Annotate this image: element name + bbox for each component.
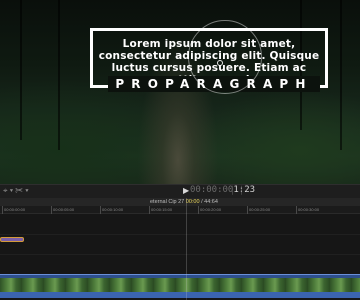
timeline-tracks[interactable] — [0, 214, 360, 300]
play-icon[interactable]: ▶ — [183, 186, 189, 195]
duration-current: 00:00 — [185, 199, 200, 205]
forest-shadow — [58, 0, 60, 150]
clip-filmstrip — [0, 278, 360, 292]
forest-shadow — [340, 0, 342, 150]
onscreen-control-handle[interactable] — [217, 60, 223, 66]
track-divider — [0, 234, 360, 235]
timecode-dim: 00:00:00 — [190, 185, 234, 195]
project-name: eternal Cip 27 — [150, 199, 185, 205]
video-viewer[interactable]: Lorem ipsum dolor sit amet, consectetur … — [0, 0, 360, 184]
timeline-header: eternal Cip 27 00:00 / 44:64 — [0, 198, 360, 206]
timeline-ruler[interactable]: 00:00:00:00 00:00:05:00 00:00:10:00 00:0… — [0, 206, 360, 214]
ruler-tick: 00:00:10:00 — [99, 206, 124, 214]
track-divider — [0, 254, 360, 255]
playback-controls: ⌖ ▾ ✂ ▾ ▶ 00:00:001:23 ⎸⎸ — [0, 184, 360, 198]
video-clip[interactable] — [0, 274, 360, 298]
playhead[interactable] — [186, 198, 187, 300]
onscreen-control-circle[interactable] — [188, 20, 262, 94]
ruler-tick: 00:00:15:00 — [148, 206, 173, 214]
duration-total: / 44:64 — [199, 199, 218, 205]
title-clip[interactable] — [0, 237, 24, 242]
ruler-tick: 00:00:30:00 — [295, 206, 320, 214]
ruler-tick: 00:00:25:00 — [246, 206, 271, 214]
ruler-tick: 00:00:05:00 — [50, 206, 75, 214]
ruler-tick: 00:00:00:00 — [1, 206, 26, 214]
fullscreen-icon[interactable]: ⎸⎸ — [232, 185, 250, 196]
project-info: eternal Cip 27 00:00 / 44:64 — [150, 198, 218, 206]
ruler-tick: 00:00:20:00 — [197, 206, 222, 214]
forest-shadow — [20, 0, 22, 140]
tool-menu-icons[interactable]: ⌖ ▾ ✂ ▾ — [3, 186, 29, 196]
